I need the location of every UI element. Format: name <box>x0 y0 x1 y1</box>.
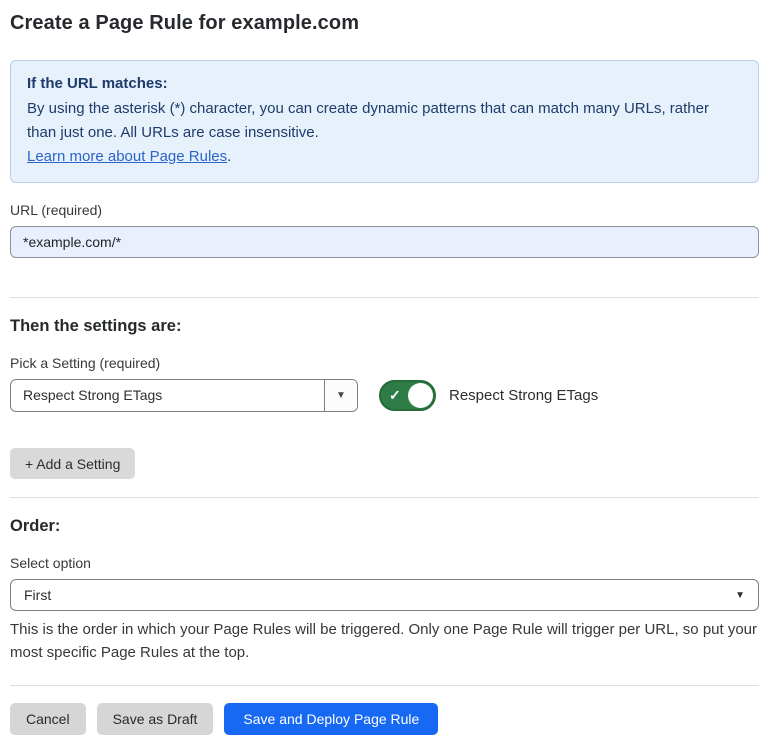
url-input[interactable] <box>10 226 759 258</box>
order-help-text: This is the order in which your Page Rul… <box>10 618 759 664</box>
chevron-down-icon: ▼ <box>336 390 346 401</box>
order-select[interactable]: First ▼ <box>10 579 759 611</box>
cancel-button[interactable]: Cancel <box>10 703 86 735</box>
divider <box>10 497 759 498</box>
form-actions: Cancel Save as Draft Save and Deploy Pag… <box>10 703 759 735</box>
divider <box>10 297 759 298</box>
info-box-link-line: Learn more about Page Rules. <box>27 145 742 169</box>
order-section-heading: Order: <box>10 517 759 536</box>
setting-dropdown-value: Respect Strong ETags <box>11 380 324 411</box>
link-period: . <box>227 148 231 165</box>
chevron-down-icon: ▼ <box>735 590 745 601</box>
url-field-label: URL (required) <box>10 202 759 218</box>
page-rule-form: Create a Page Rule for example.com If th… <box>0 0 769 751</box>
learn-more-link[interactable]: Learn more about Page Rules <box>27 148 227 165</box>
info-box-body: By using the asterisk (*) character, you… <box>27 97 742 145</box>
check-icon: ✓ <box>389 387 401 404</box>
toggle-label: Respect Strong ETags <box>449 387 598 404</box>
etags-toggle[interactable]: ✓ <box>379 380 436 411</box>
save-draft-button[interactable]: Save as Draft <box>97 703 214 735</box>
toggle-knob <box>408 383 433 408</box>
save-deploy-button[interactable]: Save and Deploy Page Rule <box>224 703 438 735</box>
pick-setting-label: Pick a Setting (required) <box>10 355 759 371</box>
add-setting-button[interactable]: + Add a Setting <box>10 448 135 479</box>
setting-dropdown[interactable]: Respect Strong ETags ▼ <box>10 379 358 412</box>
order-select-value: First <box>24 587 51 603</box>
setting-dropdown-arrow-button[interactable]: ▼ <box>324 380 357 411</box>
settings-section-heading: Then the settings are: <box>10 317 759 336</box>
order-select-label: Select option <box>10 555 759 571</box>
page-title: Create a Page Rule for example.com <box>10 12 759 35</box>
divider <box>10 685 759 686</box>
url-match-info-box: If the URL matches: By using the asteris… <box>10 60 759 183</box>
info-box-heading: If the URL matches: <box>27 72 742 96</box>
setting-row: Respect Strong ETags ▼ ✓ Respect Strong … <box>10 379 759 412</box>
